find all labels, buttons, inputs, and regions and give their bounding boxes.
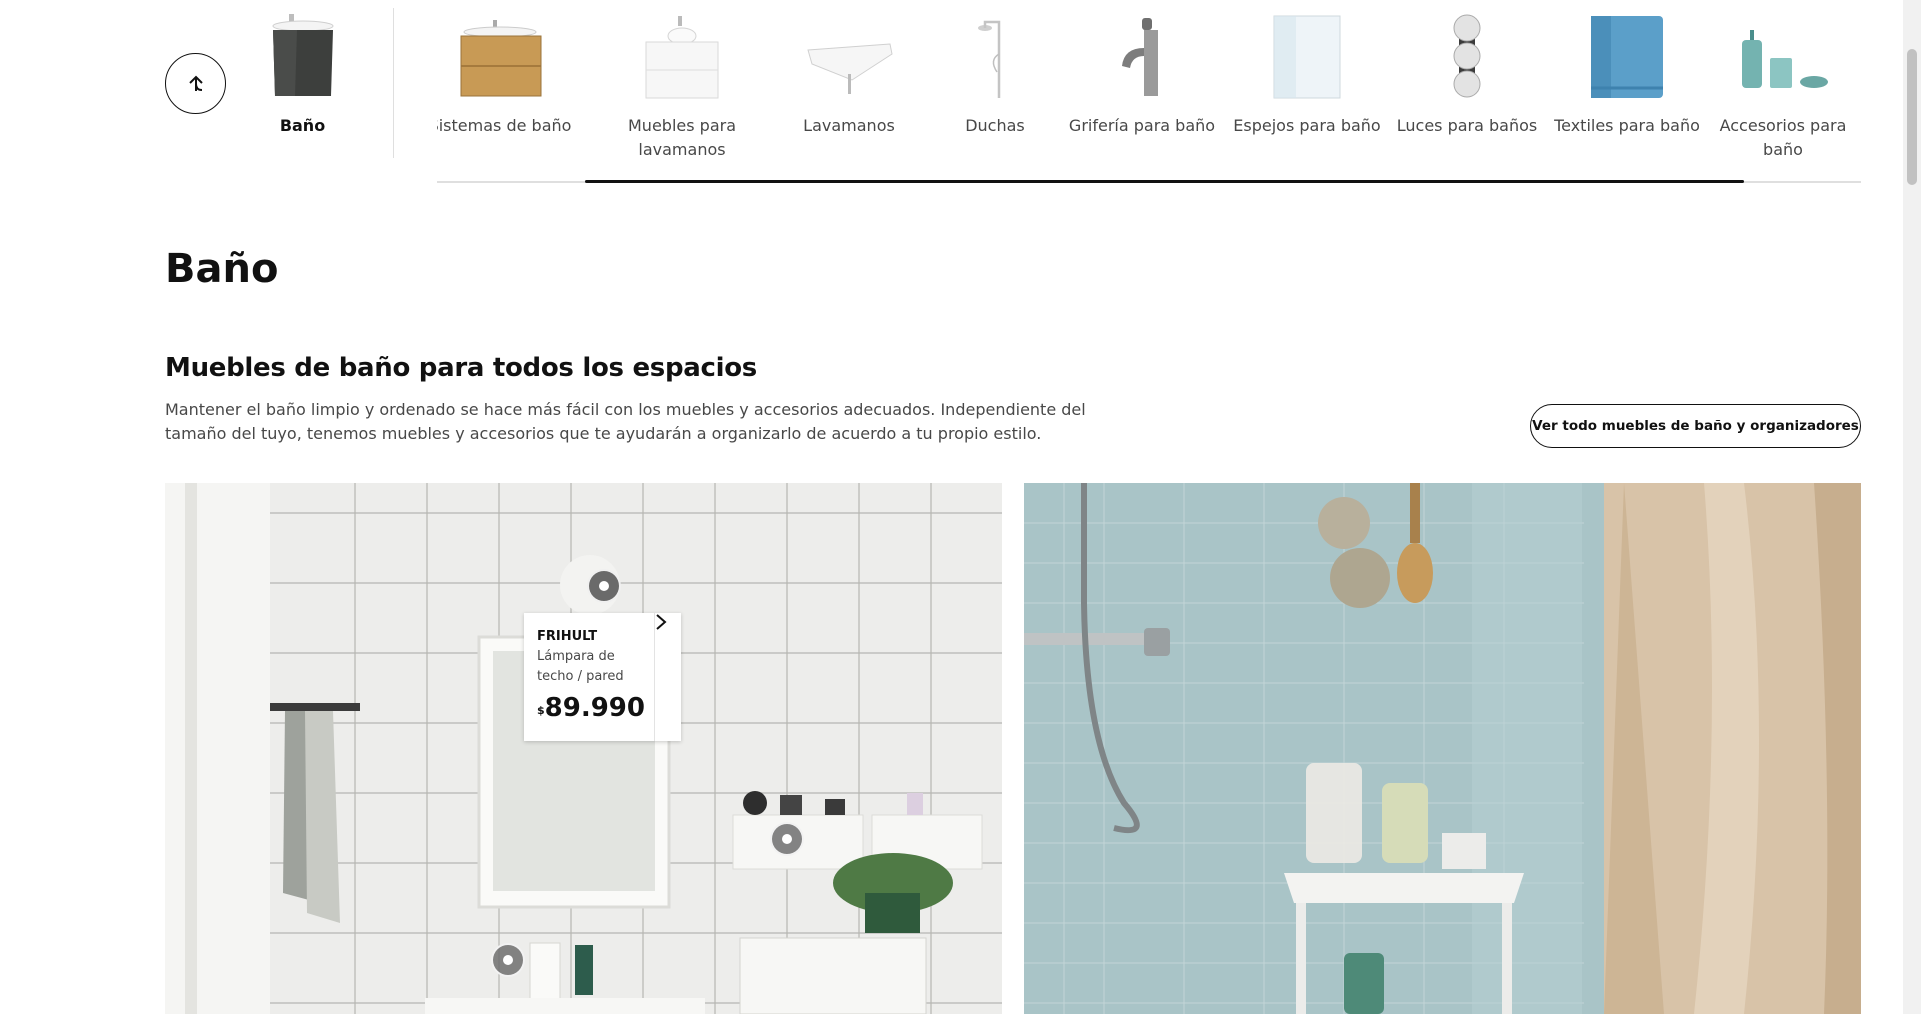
category-item-duchas[interactable]: Duchas: [923, 8, 1067, 138]
category-item-sistemas[interactable]: Sistemas de baño: [437, 8, 575, 138]
bathroom-vanity-icon: [255, 8, 350, 100]
category-carousel[interactable]: Sistemas de baño Muebles para lavamanos: [437, 8, 1861, 188]
category-item-label: Accesorios para baño: [1719, 116, 1847, 159]
bathroom-scene-image-right[interactable]: [1024, 483, 1861, 1014]
category-item-label: Grifería para baño: [1068, 116, 1216, 135]
soap-dispenser-icon: [1705, 8, 1861, 100]
chevron-right-icon: [656, 614, 667, 630]
white-sink-cabinet-icon: [599, 8, 765, 100]
page-scrollbar[interactable]: [1903, 0, 1921, 1014]
category-item-muebles-lavamanos[interactable]: Muebles para lavamanos: [599, 8, 765, 162]
category-item-lavamanos[interactable]: Lavamanos: [777, 8, 921, 138]
category-item-espejos[interactable]: Espejos para baño: [1219, 8, 1395, 138]
category-item-textiles[interactable]: Textiles para baño: [1547, 8, 1707, 138]
category-item-label: Muebles para lavamanos: [628, 116, 736, 159]
product-price: $89.990: [537, 691, 652, 725]
price-value: 89.990: [544, 693, 645, 723]
product-hotspot-sink[interactable]: [491, 943, 525, 977]
wall-lamp-icon: [1387, 8, 1547, 100]
category-item-griferia[interactable]: Grifería para baño: [1055, 8, 1229, 138]
category-item-label: Sistemas de baño: [437, 116, 572, 135]
current-category[interactable]: Baño: [255, 8, 350, 138]
back-to-parent-button[interactable]: [165, 53, 226, 114]
category-item-label: Duchas: [965, 116, 1025, 135]
product-hotspot-shelf[interactable]: [770, 822, 804, 856]
product-card-frihult[interactable]: FRIHULT Lámpara de techo / pared $89.990: [524, 613, 681, 741]
arrow-up-icon: [188, 75, 203, 91]
mirror-icon: [1219, 8, 1395, 100]
see-all-bathroom-furniture-button[interactable]: Ver todo muebles de baño y organizadores: [1530, 404, 1861, 448]
category-item-label: Lavamanos: [803, 116, 895, 135]
price-currency: $: [537, 704, 545, 717]
category-item-label: Espejos para baño: [1233, 116, 1381, 135]
towel-icon: [1547, 8, 1707, 100]
category-item-label: Luces para baños: [1396, 116, 1538, 135]
shower-corner-illustration: [1024, 483, 1861, 1014]
section-title: Muebles de baño para todos los espacios: [165, 353, 757, 383]
product-card-open-button[interactable]: [654, 613, 681, 741]
wood-vanity-icon: [437, 8, 575, 100]
current-category-label: Baño: [279, 116, 326, 135]
product-name: FRIHULT: [537, 629, 598, 644]
wash-basin-icon: [777, 8, 921, 100]
section-description: Mantener el baño limpio y ordenado se ha…: [165, 400, 1086, 443]
category-item-accesorios[interactable]: Accesorios para baño: [1705, 8, 1861, 162]
category-item-label: Textiles para baño: [1554, 116, 1700, 135]
product-description: Lámpara de techo / pared: [537, 649, 624, 684]
carousel-scroll-thumb[interactable]: [585, 180, 1744, 183]
shower-icon: [923, 8, 1067, 100]
page-scrollbar-thumb[interactable]: [1907, 49, 1917, 185]
bathroom-tiles-illustration: [165, 483, 1002, 1014]
category-navigation: Baño Sistemas de baño Muebles para lavam…: [0, 0, 1921, 190]
product-hotspot-lamp[interactable]: [587, 569, 621, 603]
page-title: Baño: [165, 246, 279, 292]
faucet-icon: [1055, 8, 1229, 100]
bathroom-scene-image-left[interactable]: FRIHULT Lámpara de techo / pared $89.990: [165, 483, 1002, 1014]
nav-divider: [393, 8, 394, 158]
category-item-luces[interactable]: Luces para baños: [1387, 8, 1547, 138]
